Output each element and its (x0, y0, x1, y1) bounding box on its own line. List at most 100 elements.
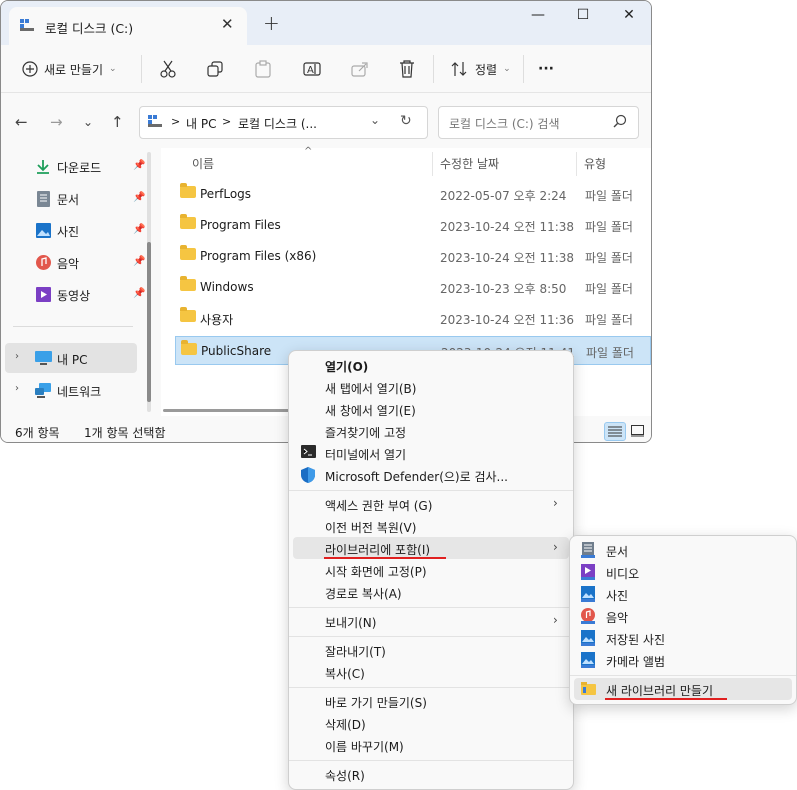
search-icon (613, 114, 627, 131)
more-button[interactable]: ··· (538, 58, 554, 80)
column-header-type[interactable]: 유형 (584, 155, 606, 172)
submenu-documents[interactable]: 문서 (574, 539, 792, 561)
camera-roll-icon (581, 652, 595, 671)
submenu-camera-roll[interactable]: 카메라 앨범 (574, 649, 792, 671)
file-row[interactable]: Windows 2023-10-23 오후 8:50 파일 폴더 (175, 273, 651, 302)
menu-include-in-library[interactable]: 라이브러리에 포함(I) › (293, 537, 569, 559)
copy-button[interactable] (207, 58, 223, 80)
submenu-arrow-icon: › (553, 613, 558, 627)
nav-scrollbar[interactable] (147, 152, 151, 412)
details-view-button[interactable] (604, 422, 626, 441)
address-bar[interactable]: > 내 PC > 로컬 디스크 (... ⌄ ↻ (139, 106, 428, 139)
paste-button[interactable] (255, 58, 271, 80)
file-row[interactable]: 사용자 2023-10-24 오전 11:36 파일 폴더 (175, 304, 651, 333)
submenu-label: 사진 (606, 589, 629, 603)
cut-button[interactable] (159, 58, 177, 80)
rename-button[interactable]: A (303, 58, 321, 80)
shield-icon (301, 467, 315, 486)
file-type: 파일 폴더 (585, 282, 633, 296)
submenu-new-library[interactable]: 새 라이브러리 만들기 (574, 678, 792, 700)
breadcrumb-this-pc[interactable]: 내 PC (186, 115, 216, 132)
context-menu: 열기(O) 새 탭에서 열기(B) 새 창에서 열기(E) 즐겨찾기에 고정 터… (288, 350, 574, 790)
document-icon (37, 191, 50, 210)
menu-open-new-window[interactable]: 새 창에서 열기(E) (293, 398, 569, 420)
menu-send-to[interactable]: 보내기(N) › (293, 610, 569, 632)
menu-divider (570, 675, 796, 676)
menu-pin-start[interactable]: 시작 화면에 고정(P) (293, 559, 569, 581)
menu-label: 잘라내기(T) (325, 645, 386, 659)
maximize-button[interactable]: ☐ (563, 7, 603, 23)
menu-defender-scan[interactable]: Microsoft Defender(으)로 검사... (293, 464, 569, 486)
submenu-saved-pictures[interactable]: 저장된 사진 (574, 627, 792, 649)
menu-label: 복사(C) (325, 667, 365, 681)
sort-button[interactable]: 정렬 ⌄ (451, 58, 511, 80)
menu-divider (289, 687, 573, 688)
tab-close-icon[interactable]: ✕ (221, 15, 234, 33)
address-dropdown-icon[interactable]: ⌄ (370, 113, 380, 127)
refresh-icon[interactable]: ↻ (400, 113, 412, 129)
search-input[interactable]: 로컬 디스크 (C:) 검색 (449, 115, 560, 132)
file-row[interactable]: PerfLogs 2022-05-07 오후 2:24 파일 폴더 (175, 180, 651, 209)
pin-icon: 📌 (133, 192, 146, 203)
delete-button[interactable] (399, 58, 415, 80)
new-button[interactable]: 새로 만들기 ⌄ (22, 58, 117, 80)
menu-give-access[interactable]: 액세스 권한 부여 (G) › (293, 493, 569, 515)
nav-item-pictures[interactable]: 사진 📌 (9, 215, 149, 245)
up-arrow-icon[interactable]: ↑ (111, 113, 124, 131)
breadcrumb-local-disk[interactable]: 로컬 디스크 (... (238, 115, 317, 132)
expand-chevron-icon[interactable]: › (15, 351, 19, 362)
download-icon (36, 159, 50, 178)
command-bar: 새로 만들기 ⌄ A 정렬 ⌄ ··· (1, 45, 651, 93)
tab-local-disk[interactable]: 로컬 디스크 (C:) ✕ (9, 7, 247, 45)
menu-open-new-tab[interactable]: 새 탭에서 열기(B) (293, 376, 569, 398)
nav-item-music[interactable]: 음악 📌 (9, 247, 149, 277)
submenu-label: 새 라이브러리 만들기 (606, 684, 713, 698)
nav-item-downloads[interactable]: 다운로드 📌 (9, 151, 149, 181)
nav-item-videos[interactable]: 동영상 📌 (9, 279, 149, 309)
file-type: 파일 폴더 (585, 313, 633, 327)
folder-icon (180, 214, 196, 229)
menu-properties[interactable]: 속성(R) (293, 763, 569, 785)
menu-restore-versions[interactable]: 이전 버전 복원(V) (293, 515, 569, 537)
close-button[interactable]: ✕ (609, 7, 649, 23)
menu-pin-favorites[interactable]: 즐겨찾기에 고정 (293, 420, 569, 442)
file-date: 2023-10-24 오전 11:38 (440, 251, 575, 265)
pin-icon: 📌 (133, 256, 146, 267)
nav-item-this-pc[interactable]: › 내 PC (5, 343, 137, 373)
file-row[interactable]: Program Files (x86) 2023-10-24 오전 11:38 … (175, 242, 651, 271)
minimize-button[interactable]: — (518, 7, 558, 23)
file-row[interactable]: Program Files 2023-10-24 오전 11:38 파일 폴더 (175, 211, 651, 240)
share-button[interactable] (351, 58, 369, 80)
tiles-view-button[interactable] (631, 425, 644, 440)
submenu-music[interactable]: 음악 (574, 605, 792, 627)
back-arrow-icon[interactable]: ← (15, 113, 28, 131)
column-header-date[interactable]: 수정한 날짜 (440, 155, 499, 172)
column-divider[interactable] (432, 152, 433, 176)
column-divider[interactable] (576, 152, 577, 176)
nav-scrollbar-thumb[interactable] (147, 242, 151, 402)
new-tab-button[interactable]: + (263, 11, 280, 35)
paste-icon (255, 60, 271, 78)
submenu-pictures[interactable]: 사진 (574, 583, 792, 605)
file-date: 2023-10-23 오후 8:50 (440, 282, 567, 296)
expand-chevron-icon[interactable]: › (15, 383, 19, 394)
menu-create-shortcut[interactable]: 바로 가기 만들기(S) (293, 690, 569, 712)
submenu-videos[interactable]: 비디오 (574, 561, 792, 583)
nav-item-documents[interactable]: 문서 📌 (9, 183, 149, 213)
recent-chevron-icon[interactable]: ⌄ (83, 115, 93, 129)
nav-item-network[interactable]: › 네트워크 (5, 375, 137, 405)
search-box[interactable]: 로컬 디스크 (C:) 검색 (438, 106, 639, 139)
menu-open-terminal[interactable]: 터미널에서 열기 (293, 442, 569, 464)
file-name: Program Files (x86) (200, 249, 317, 263)
tiles-view-icon (631, 425, 644, 437)
menu-cut[interactable]: 잘라내기(T) (293, 639, 569, 661)
forward-arrow-icon[interactable]: → (50, 113, 63, 131)
horizontal-scrollbar-thumb[interactable] (163, 409, 289, 412)
menu-copy-path[interactable]: 경로로 복사(A) (293, 581, 569, 603)
folder-icon (180, 307, 196, 322)
column-header-name[interactable]: 이름 (192, 155, 214, 172)
menu-open[interactable]: 열기(O) (293, 354, 569, 376)
menu-rename[interactable]: 이름 바꾸기(M) (293, 734, 569, 756)
menu-delete[interactable]: 삭제(D) (293, 712, 569, 734)
menu-copy[interactable]: 복사(C) (293, 661, 569, 683)
